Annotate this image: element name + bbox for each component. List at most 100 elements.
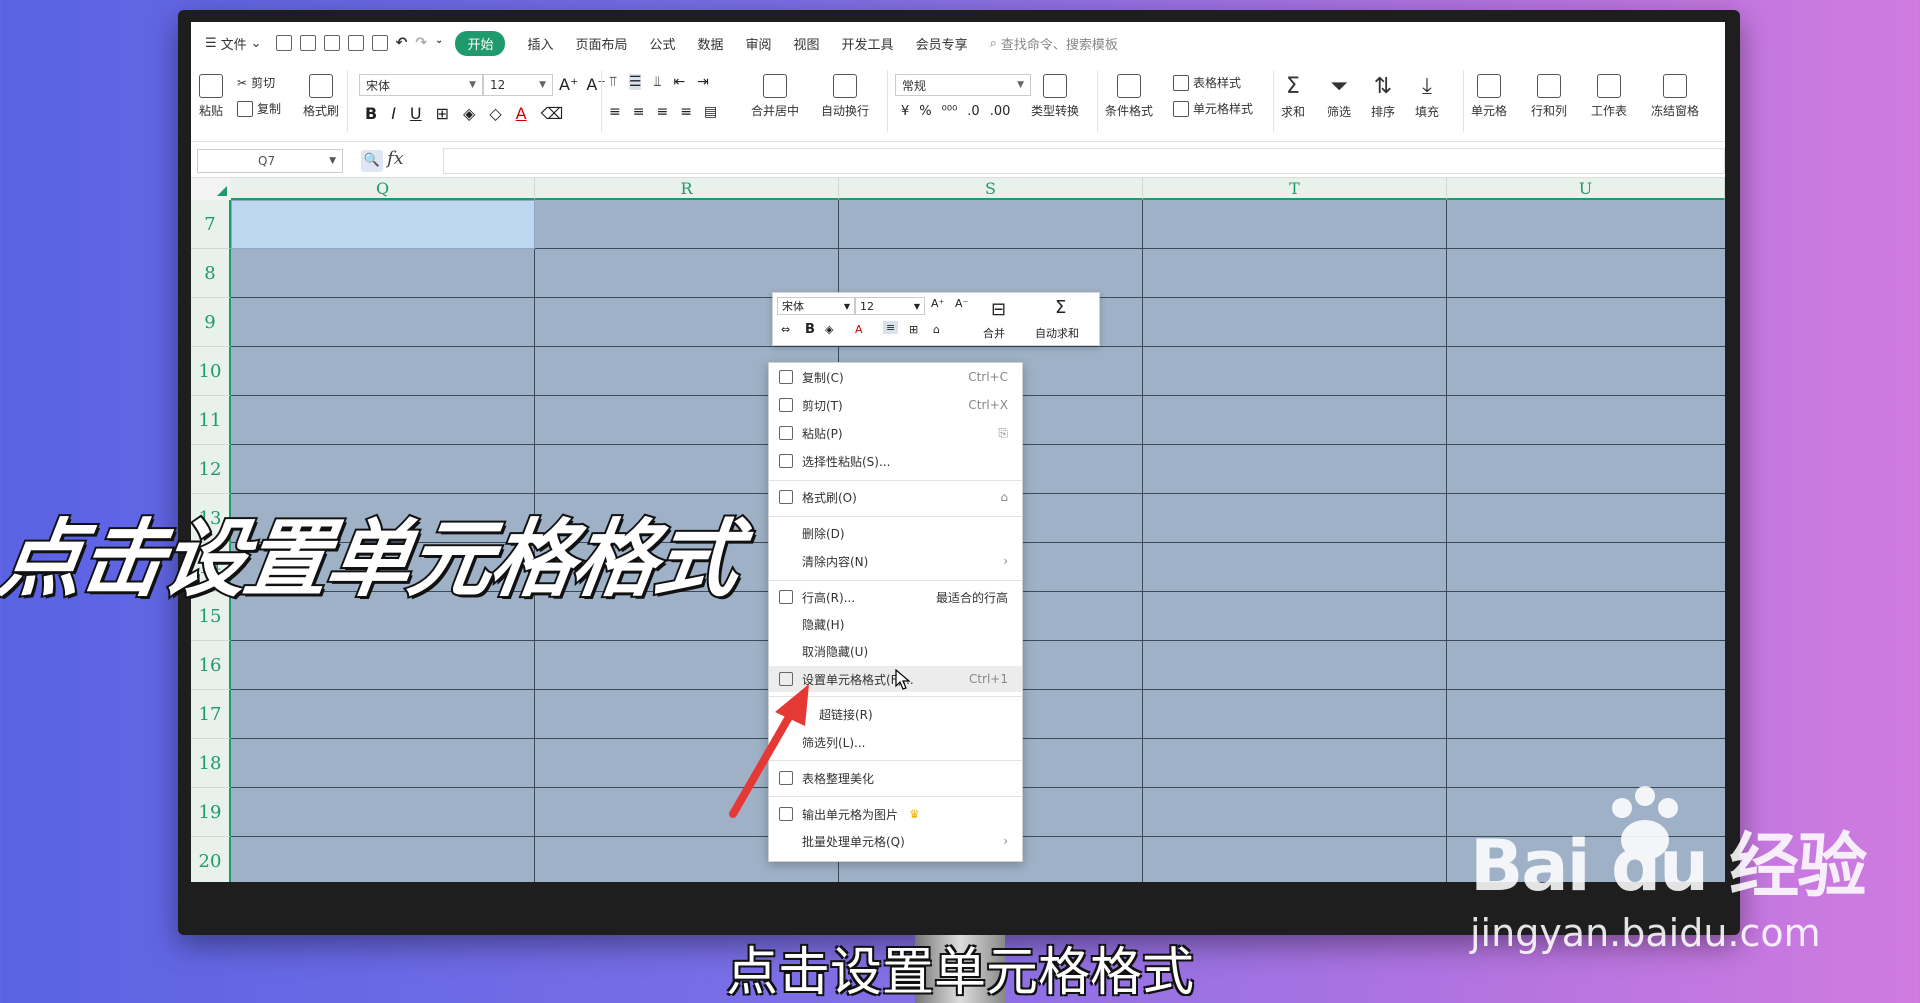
merge-center-button[interactable]: 合并居中 — [751, 74, 799, 119]
row-header[interactable]: 10 — [191, 347, 231, 396]
fit-icon[interactable]: ⇔ — [781, 323, 790, 336]
worksheet-button[interactable]: 工作表 — [1591, 74, 1627, 119]
sort-button[interactable]: ⇅ 排序 — [1371, 74, 1395, 120]
align-left-icon[interactable]: ≡ — [609, 104, 621, 120]
cell-button[interactable]: 单元格 — [1471, 74, 1507, 119]
wrap-text-button[interactable]: 自动换行 — [821, 74, 869, 119]
mini-font-select[interactable]: 宋体 ▼ — [777, 297, 855, 315]
tab-data[interactable]: 数据 — [698, 34, 724, 53]
thousands-icon[interactable]: ⁰⁰⁰ — [942, 104, 958, 119]
table-style-button[interactable]: 表格样式 — [1173, 74, 1241, 91]
column-header[interactable]: S — [839, 178, 1143, 200]
border-icon[interactable]: ⊞ — [436, 104, 449, 123]
increase-font-icon[interactable]: A⁺ — [559, 75, 578, 94]
more-icon[interactable]: ⌄ — [435, 35, 443, 51]
undo-icon[interactable]: ↶ — [396, 35, 408, 51]
row-col-button[interactable]: 行和列 — [1531, 74, 1567, 119]
percent-icon[interactable]: % — [919, 104, 931, 119]
row-header[interactable]: 20 — [191, 837, 231, 882]
justify-icon[interactable]: ≡ — [680, 104, 692, 120]
tab-review[interactable]: 审阅 — [746, 34, 772, 53]
cell-fill-icon[interactable]: ◈ — [463, 104, 475, 123]
format-painter-icon[interactable]: ⌂ — [933, 323, 940, 336]
function-icon[interactable]: fx — [387, 148, 404, 169]
font-size-select[interactable]: 12 ▼ — [483, 74, 553, 96]
indent-decrease-icon[interactable]: ⇤ — [673, 74, 685, 90]
align-top-icon[interactable]: ⫪ — [609, 74, 617, 90]
menu-item-batch[interactable]: 批量处理单元格(Q) › — [769, 828, 1022, 854]
best-fit-row-height[interactable]: 最适合的行高 — [936, 589, 1008, 606]
sum-button[interactable]: Σ 求和 — [1281, 74, 1305, 120]
row-header[interactable]: 9 — [191, 298, 231, 347]
menu-item-clear[interactable]: 清除内容(N) › — [769, 548, 1022, 574]
command-search[interactable]: ⌕ 查找命令、搜索模板 — [990, 34, 1118, 53]
increase-font-icon[interactable]: A⁺ — [931, 297, 944, 310]
indent-increase-icon[interactable]: ⇥ — [697, 74, 709, 90]
tab-developer[interactable]: 开发工具 — [842, 34, 894, 53]
cut-button[interactable]: ✂ 剪切 — [237, 74, 275, 91]
find-icon[interactable] — [371, 35, 388, 51]
bold-icon[interactable]: B — [805, 322, 815, 337]
row-header[interactable]: 12 — [191, 445, 231, 494]
border-icon[interactable]: ⊞ — [909, 323, 918, 336]
zoom-icon[interactable]: 🔍 — [361, 150, 383, 172]
align-middle-icon[interactable]: ≡ — [883, 321, 899, 334]
align-middle-icon[interactable]: ☰ — [628, 74, 642, 90]
menu-item-paste-special[interactable]: 选择性粘贴(S)... — [769, 448, 1022, 474]
mini-merge-button[interactable]: 合并 — [983, 325, 1005, 341]
fill-color-icon[interactable]: ◇ — [489, 104, 501, 123]
column-header[interactable]: Q — [231, 178, 535, 200]
menu-item-row-height[interactable]: 行高(R)... 最适合的行高 — [769, 584, 1022, 610]
paste-button[interactable]: 粘贴 — [199, 74, 223, 119]
menu-item-unhide[interactable]: 取消隐藏(U) — [769, 638, 1022, 664]
column-header[interactable]: R — [535, 178, 839, 200]
export-icon[interactable] — [299, 35, 316, 51]
row-header[interactable]: 16 — [191, 641, 231, 690]
align-center-icon[interactable]: ≡ — [633, 104, 645, 120]
distribute-icon[interactable]: ▤ — [704, 104, 717, 120]
tab-formulas[interactable]: 公式 — [649, 34, 675, 53]
print-icon[interactable] — [323, 35, 340, 51]
underline-icon[interactable]: U — [410, 104, 422, 123]
row-header[interactable]: 11 — [191, 396, 231, 445]
fill-button[interactable]: ⤓ 填充 — [1415, 74, 1439, 120]
increase-decimal-icon[interactable]: .0 — [967, 104, 979, 119]
menu-item-paste[interactable]: 粘贴(P) ⎘ — [769, 420, 1022, 446]
name-box[interactable]: Q7 ▼ — [197, 149, 343, 173]
font-color-icon[interactable]: A — [516, 104, 527, 123]
column-header[interactable]: T — [1143, 178, 1447, 200]
menu-item-delete[interactable]: 删除(D) — [769, 520, 1022, 546]
bold-icon[interactable]: B — [365, 104, 377, 123]
font-color-icon[interactable]: A — [855, 323, 863, 336]
paste-options-icon[interactable]: ⎘ — [998, 426, 1008, 441]
print-preview-icon[interactable] — [347, 35, 364, 51]
cell-style-button[interactable]: 单元格样式 — [1173, 100, 1253, 117]
freeze-panes-button[interactable]: 冻结窗格 — [1651, 74, 1699, 119]
row-header[interactable]: 18 — [191, 739, 231, 788]
menu-item-format-painter[interactable]: 格式刷(O) ⌂ — [769, 484, 1022, 510]
select-all-corner[interactable] — [191, 178, 231, 200]
font-name-select[interactable]: 宋体 ▼ — [359, 74, 483, 96]
decrease-decimal-icon[interactable]: .00 — [990, 104, 1011, 119]
number-format-select[interactable]: 常规 ▼ — [895, 74, 1031, 96]
row-header[interactable]: 7 — [191, 200, 231, 249]
menu-item-hide[interactable]: 隐藏(H) — [769, 611, 1022, 637]
mini-autosum-button[interactable]: 自动求和 — [1035, 325, 1079, 341]
currency-icon[interactable]: ¥ — [901, 104, 909, 119]
tab-insert[interactable]: 插入 — [527, 34, 553, 53]
fill-color-icon[interactable]: ◈ — [825, 323, 833, 336]
menu-item-cut[interactable]: 剪切(T) Ctrl+X — [769, 392, 1022, 418]
eraser-icon[interactable]: ⌫ — [541, 104, 564, 123]
column-header[interactable]: U — [1447, 178, 1725, 200]
row-header[interactable]: 8 — [191, 249, 231, 298]
tab-member[interactable]: 会员专享 — [916, 34, 968, 53]
conditional-format-button[interactable]: 条件格式 — [1105, 74, 1153, 119]
tab-home[interactable]: 开始 — [455, 30, 506, 56]
filter-button[interactable]: ⏷ 筛选 — [1327, 74, 1351, 120]
type-convert-button[interactable]: 类型转换 — [1031, 74, 1079, 119]
save-icon[interactable] — [275, 35, 292, 51]
copy-button[interactable]: 复制 — [237, 100, 281, 117]
tab-view[interactable]: 视图 — [794, 34, 820, 53]
align-bottom-icon[interactable]: ⫫ — [653, 74, 661, 90]
align-right-icon[interactable]: ≡ — [656, 104, 668, 120]
